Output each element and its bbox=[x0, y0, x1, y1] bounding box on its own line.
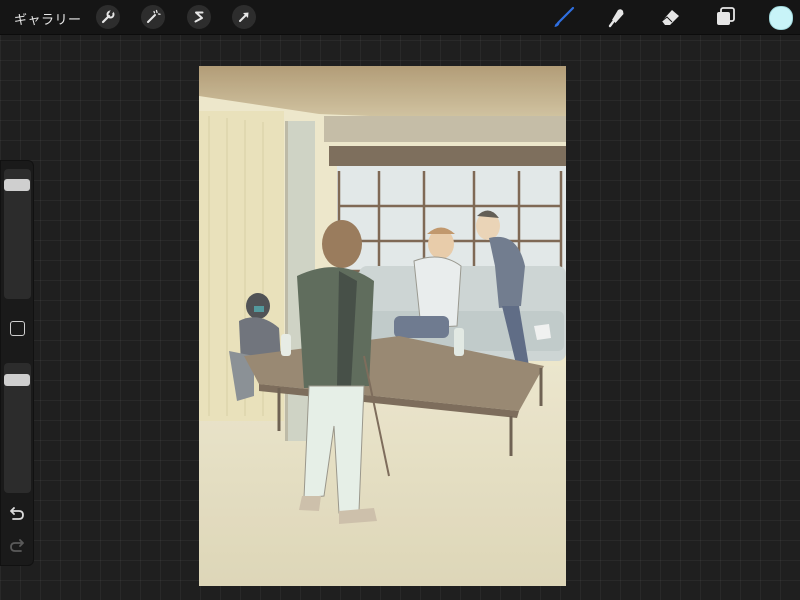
eraser-button[interactable] bbox=[658, 4, 684, 30]
gallery-button[interactable]: ギャラリー bbox=[14, 9, 82, 28]
brush-button[interactable] bbox=[551, 4, 577, 30]
brush-icon bbox=[554, 6, 575, 27]
selection-button[interactable] bbox=[187, 5, 211, 29]
drawing-canvas[interactable] bbox=[199, 66, 566, 586]
top-toolbar: ギャラリー bbox=[0, 0, 800, 35]
transform-button[interactable] bbox=[232, 5, 256, 29]
opacity-handle[interactable] bbox=[4, 374, 30, 386]
arrow-cursor-icon bbox=[239, 12, 249, 22]
smudge-icon bbox=[608, 9, 624, 28]
left-sidebar bbox=[0, 160, 34, 566]
modify-button[interactable] bbox=[10, 321, 25, 336]
redo-icon[interactable] bbox=[8, 539, 26, 553]
selection-s-icon bbox=[194, 11, 204, 23]
artwork bbox=[199, 66, 566, 586]
actions-button[interactable] bbox=[96, 5, 120, 29]
color-picker-button[interactable] bbox=[769, 6, 793, 30]
layers-button[interactable] bbox=[712, 4, 738, 30]
magic-wand-icon bbox=[147, 9, 161, 23]
undo-icon[interactable] bbox=[8, 507, 26, 521]
brush-size-handle[interactable] bbox=[4, 179, 30, 191]
smudge-button[interactable] bbox=[604, 4, 630, 30]
eraser-icon bbox=[661, 10, 679, 25]
adjustments-button[interactable] bbox=[141, 5, 165, 29]
wrench-icon bbox=[101, 9, 115, 24]
layers-icon bbox=[717, 7, 735, 25]
